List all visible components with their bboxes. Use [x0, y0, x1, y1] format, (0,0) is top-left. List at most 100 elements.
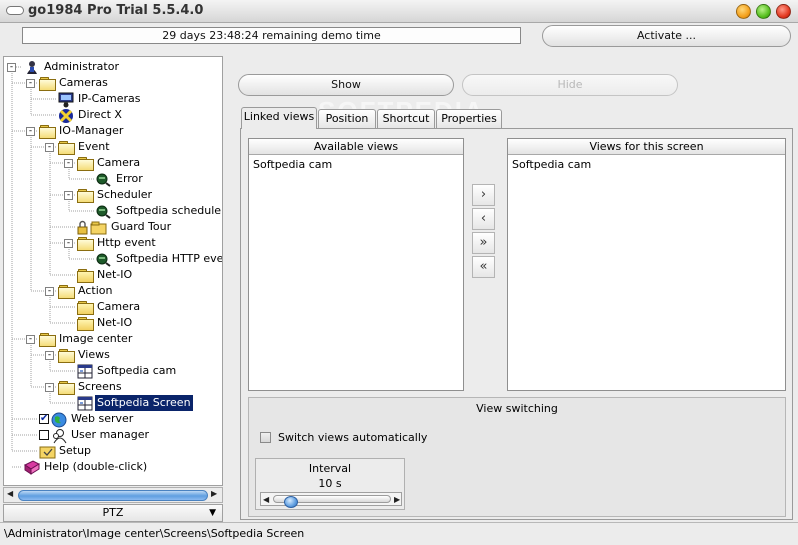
tree-collapse-toggle[interactable]: - — [26, 335, 35, 344]
ptz-dropdown[interactable]: PTZ ▼ — [3, 504, 223, 522]
view-switching-title: View switching — [476, 402, 558, 415]
scroll-right-icon[interactable]: ▶ — [211, 489, 217, 498]
move-all-right-button[interactable]: » — [472, 232, 495, 254]
folder-open-icon — [58, 381, 75, 395]
folder-open-icon — [58, 285, 75, 299]
tree-item-softpedia-screen[interactable]: Softpedia Screen — [4, 395, 222, 411]
tab-properties[interactable]: Properties — [436, 109, 502, 128]
tree-item-event[interactable]: - Event — [4, 139, 222, 155]
setup-folder-icon — [39, 444, 56, 459]
screen-views-list[interactable]: Views for this screen Softpedia cam — [507, 138, 786, 391]
tree-item-label: Image center — [59, 332, 133, 345]
show-button[interactable]: Show — [238, 74, 454, 96]
available-views-list[interactable]: Available views Softpedia cam — [248, 138, 464, 391]
tree-collapse-toggle[interactable]: - — [7, 63, 16, 72]
maximize-button[interactable] — [756, 4, 771, 19]
tab-shortcut[interactable]: Shortcut — [377, 109, 435, 128]
tree-item-label: Web server — [71, 412, 134, 425]
tree-item-label: Softpedia cam — [97, 364, 177, 377]
minimize-button[interactable] — [736, 4, 751, 19]
tree-item-label: Views — [78, 348, 110, 361]
list-item[interactable]: Softpedia cam — [512, 158, 591, 171]
checkbox-checked-icon[interactable]: ✔ — [39, 414, 49, 424]
tree-collapse-toggle[interactable]: - — [26, 127, 35, 136]
tree-item-camera[interactable]: - Camera — [4, 155, 222, 171]
tree-item-ip-cameras[interactable]: IP-Cameras — [4, 91, 222, 108]
tree-horizontal-scrollbar[interactable]: ◀ ▶ — [3, 487, 223, 503]
move-left-button[interactable]: ‹ — [472, 208, 495, 230]
tree-item-action[interactable]: - Action — [4, 283, 222, 299]
screen-views-header: Views for this screen — [508, 139, 785, 155]
tree-collapse-toggle[interactable]: - — [45, 351, 54, 360]
help-book-icon — [24, 460, 41, 475]
tree-collapse-toggle[interactable]: - — [45, 287, 54, 296]
admin-user-icon — [24, 60, 40, 75]
tree-collapse-toggle[interactable]: - — [45, 383, 54, 392]
tree-item-views[interactable]: - Views — [4, 347, 222, 363]
tree-item-cameras[interactable]: - Cameras — [4, 75, 222, 91]
users-icon — [51, 428, 67, 444]
tree-item-label: Softpedia Screen — [95, 395, 193, 411]
title-bar: go1984 Pro Trial 5.5.4.0 — [0, 0, 798, 23]
tree-collapse-toggle[interactable]: - — [64, 239, 73, 248]
tree-item-label: Http event — [97, 236, 156, 249]
tree-item-http-event[interactable]: - Http event — [4, 235, 222, 251]
tree-collapse-toggle[interactable]: - — [64, 191, 73, 200]
tree-collapse-toggle[interactable]: - — [45, 143, 54, 152]
tree-item-net-io[interactable]: Net-IO — [4, 267, 222, 283]
tree-item-web-server[interactable]: ✔ Web server — [4, 411, 222, 428]
tree-item-softpedia-http-event[interactable]: Softpedia HTTP event — [4, 251, 222, 267]
tab-linked-views[interactable]: Linked views — [241, 107, 317, 129]
activate-button[interactable]: Activate ... — [542, 25, 791, 47]
tree-item-guard-tour[interactable]: Guard Tour — [4, 219, 222, 235]
tree-item-softpedia-cam[interactable]: Softpedia cam — [4, 363, 222, 379]
window-title: go1984 Pro Trial 5.5.4.0 — [28, 3, 204, 18]
tree-item-setup[interactable]: Setup — [4, 443, 222, 459]
move-right-button[interactable]: › — [472, 184, 495, 206]
folder-open-icon — [39, 77, 56, 91]
navigation-tree[interactable]: - Administrator - Cameras IP-Cameras Direct X… — [3, 56, 223, 486]
tree-item-net-io[interactable]: Net-IO — [4, 315, 222, 331]
checkbox-unchecked-icon[interactable] — [39, 430, 49, 440]
folder-icon — [77, 301, 94, 315]
tree-item-label: Direct X — [78, 108, 122, 121]
toolbar-toggle-button[interactable] — [6, 6, 24, 15]
folder-icon — [77, 269, 94, 283]
close-button[interactable] — [776, 4, 791, 19]
tree-item-user-manager[interactable]: User manager — [4, 427, 222, 444]
switch-views-label[interactable]: Switch views automatically — [278, 431, 427, 444]
tree-collapse-toggle[interactable]: - — [64, 159, 73, 168]
interval-slider[interactable]: ◀ ▶ — [260, 492, 402, 508]
tree-item-direct-x[interactable]: Direct X — [4, 107, 222, 123]
move-all-left-button[interactable]: « — [472, 256, 495, 278]
tree-item-help-double-click[interactable]: Help (double-click) — [4, 459, 222, 475]
slider-right-icon[interactable]: ▶ — [394, 495, 400, 504]
folder-icon — [77, 317, 94, 331]
tree-item-error[interactable]: Error — [4, 171, 222, 187]
tree-item-scheduler[interactable]: - Scheduler — [4, 187, 222, 203]
scroll-left-icon[interactable]: ◀ — [7, 489, 13, 498]
tab-position[interactable]: Position — [318, 109, 376, 128]
scrollbar-thumb[interactable] — [18, 490, 208, 501]
tree-item-image-center[interactable]: - Image center — [4, 331, 222, 347]
tree-item-administrator[interactable]: - Administrator — [4, 59, 222, 75]
screen-grid-icon — [77, 396, 93, 411]
tree-collapse-toggle[interactable]: - — [26, 79, 35, 88]
hide-button[interactable]: Hide — [462, 74, 678, 96]
slider-groove[interactable] — [273, 495, 391, 508]
available-views-header: Available views — [249, 139, 463, 155]
slider-left-icon[interactable]: ◀ — [263, 495, 269, 504]
slider-thumb[interactable] — [284, 496, 298, 508]
interval-title: Interval — [308, 462, 352, 475]
view-switching-group: View switching Switch views automaticall… — [248, 397, 786, 517]
ip-camera-icon — [58, 92, 74, 108]
tree-item-label: Softpedia schedule — [116, 204, 222, 217]
event-icon — [96, 252, 112, 267]
chevron-down-icon: ▼ — [209, 508, 216, 518]
tree-item-camera[interactable]: Camera — [4, 299, 222, 315]
list-item[interactable]: Softpedia cam — [253, 158, 332, 171]
tree-item-softpedia-schedule[interactable]: Softpedia schedule — [4, 203, 222, 219]
tree-item-screens[interactable]: - Screens — [4, 379, 222, 395]
tree-item-io-manager[interactable]: - IO-Manager — [4, 123, 222, 139]
switch-views-checkbox[interactable] — [260, 432, 271, 443]
